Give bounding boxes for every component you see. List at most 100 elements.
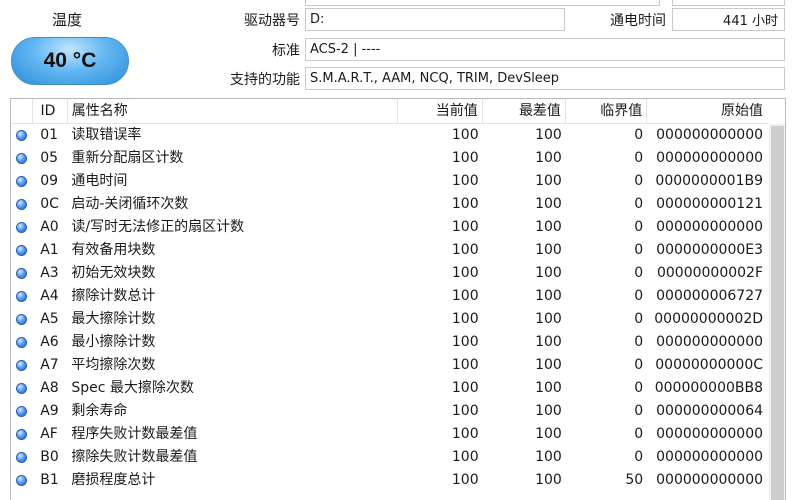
attribute-id: B1: [40, 472, 59, 488]
header-current[interactable]: 当前值: [398, 99, 483, 124]
header-raw[interactable]: 原始值: [647, 99, 769, 124]
table-row[interactable]: 05 重新分配扇区计数 100 100 0 000000000000: [11, 147, 769, 170]
table-row[interactable]: A9 剩余寿命 100 100 0 000000000064: [11, 400, 769, 423]
attribute-name: 重新分配扇区计数: [71, 150, 184, 166]
table-row[interactable]: A6 最小擦除计数 100 100 0 000000000000: [11, 331, 769, 354]
table-row[interactable]: AF 程序失败计数最差值 100 100 0 000000000000: [11, 423, 769, 446]
threshold-value: 0: [634, 403, 644, 419]
temperature-label: 温度: [52, 11, 83, 29]
attribute-name: 剩余寿命: [71, 403, 128, 419]
raw-value: 000000000000: [656, 150, 764, 166]
worst-value: 100: [535, 150, 562, 166]
attribute-id: B0: [40, 449, 59, 465]
attribute-id: A0: [40, 219, 59, 235]
attribute-name: 最大擦除计数: [71, 311, 156, 327]
attribute-name: 读/写时无法修正的扇区计数: [71, 219, 245, 235]
current-value: 100: [451, 380, 479, 396]
header-threshold[interactable]: 临界值: [566, 99, 648, 124]
status-good-icon: [16, 383, 28, 394]
attribute-id: A1: [40, 242, 59, 258]
header-worst[interactable]: 最差值: [483, 99, 566, 124]
attribute-id: 09: [40, 173, 59, 189]
threshold-value: 0: [634, 334, 644, 350]
status-cell: [11, 216, 32, 239]
status-good-icon: [16, 130, 28, 141]
status-cell: [11, 308, 32, 331]
threshold-value: 50: [625, 472, 644, 488]
status-good-icon: [16, 222, 28, 233]
attribute-id: A4: [40, 288, 59, 304]
standard-label: 标准: [272, 43, 300, 59]
vertical-scrollbar[interactable]: [769, 124, 785, 500]
current-value: 100: [451, 173, 479, 189]
status-good-icon: [16, 268, 28, 279]
current-value: 100: [451, 449, 479, 465]
raw-value: 000000000BB8: [654, 380, 764, 396]
attribute-id: AF: [40, 426, 58, 442]
status-cell: [11, 469, 32, 492]
worst-value: 100: [535, 357, 562, 373]
table-row[interactable]: 0C 启动-关闭循环次数 100 100 0 000000000121: [11, 193, 769, 216]
worst-value: 100: [535, 196, 562, 212]
threshold-value: 0: [634, 150, 644, 166]
table-row[interactable]: 01 读取错误率 100 100 0 000000000000: [11, 124, 769, 147]
field-box-partial: [305, 0, 660, 6]
attribute-name: 平均擦除次数: [71, 357, 156, 373]
worst-value: 100: [535, 334, 562, 350]
current-value: 100: [451, 357, 479, 373]
status-good-icon: [16, 245, 28, 256]
status-good-icon: [16, 360, 28, 371]
current-value: 100: [451, 334, 479, 350]
table-row[interactable]: 09 通电时间 100 100 0 0000000001B9: [11, 170, 769, 193]
status-good-icon: [16, 429, 28, 440]
worst-value: 100: [535, 173, 562, 189]
attribute-name: 擦除失败计数最差值: [71, 449, 198, 465]
status-good-icon: [16, 314, 28, 325]
header-status[interactable]: [11, 99, 33, 124]
scrollbar-thumb[interactable]: [771, 126, 784, 500]
threshold-value: 0: [634, 311, 644, 327]
table-row[interactable]: A4 擦除计数总计 100 100 0 000000006727: [11, 285, 769, 308]
header-id[interactable]: ID: [33, 99, 68, 124]
threshold-value: 0: [634, 357, 644, 373]
table-row[interactable]: A8 Spec 最大擦除次数 100 100 0 000000000BB8: [11, 377, 769, 400]
attribute-id: A3: [40, 265, 59, 281]
status-good-icon: [16, 291, 28, 302]
features-label: 支持的功能: [230, 72, 300, 88]
status-good-icon: [16, 153, 28, 164]
threshold-value: 0: [634, 426, 644, 442]
table-row[interactable]: A0 读/写时无法修正的扇区计数 100 100 0 000000000000: [11, 216, 769, 239]
current-value: 100: [451, 426, 479, 442]
attribute-id: A8: [40, 380, 59, 396]
table-row[interactable]: A1 有效备用块数 100 100 0 0000000000E3: [11, 239, 769, 262]
threshold-value: 0: [634, 242, 644, 258]
status-cell: [11, 239, 32, 262]
threshold-value: 0: [634, 219, 644, 235]
table-row[interactable]: B0 擦除失败计数最差值 100 100 0 000000000000: [11, 446, 769, 469]
header-attribute-name[interactable]: 属性名称: [68, 99, 398, 124]
worst-value: 100: [535, 311, 562, 327]
status-cell: [11, 147, 32, 170]
attribute-id: 0C: [40, 196, 59, 212]
attribute-name: 擦除计数总计: [71, 288, 156, 304]
table-row[interactable]: A7 平均擦除次数 100 100 0 00000000000C: [11, 354, 769, 377]
table-row[interactable]: B1 磨损程度总计 100 100 50 000000000000: [11, 469, 769, 492]
temperature-badge[interactable]: 40 °C: [11, 37, 129, 85]
table-row[interactable]: A3 初始无效块数 100 100 0 00000000002F: [11, 262, 769, 285]
status-good-icon: [16, 199, 28, 210]
worst-value: 100: [535, 472, 562, 488]
smart-attributes-table[interactable]: ID 属性名称 当前值 最差值 临界值 原始值 01 读取错误率 100 100 0 00…: [10, 98, 786, 500]
raw-value: 000000000000: [656, 426, 764, 442]
attribute-name: 最小擦除计数: [71, 334, 156, 350]
field-box-partial: [672, 0, 785, 6]
raw-value: 000000000000: [656, 127, 764, 143]
raw-value: 00000000002F: [656, 265, 764, 281]
drive-letter-value: D:: [305, 8, 565, 31]
current-value: 100: [451, 150, 479, 166]
power-on-hours-label: 通电时间: [610, 13, 666, 29]
raw-value: 000000006727: [656, 288, 764, 304]
attribute-id: A6: [40, 334, 59, 350]
status-good-icon: [16, 176, 28, 187]
status-cell: [11, 124, 32, 147]
table-row[interactable]: A5 最大擦除计数 100 100 0 00000000002D: [11, 308, 769, 331]
